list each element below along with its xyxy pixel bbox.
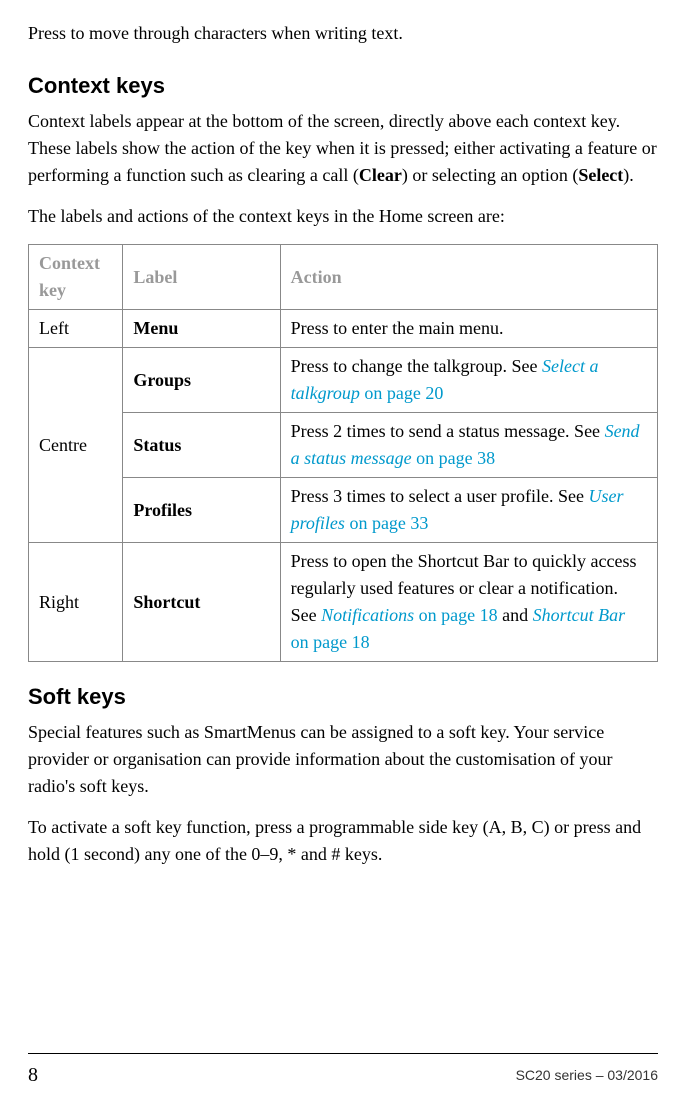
text-segment: ). — [623, 165, 634, 185]
text-segment: Press 2 times to send a status message. … — [291, 421, 605, 441]
text-segment: and — [498, 605, 533, 625]
text-segment: Press to change the talkgroup. See — [291, 356, 542, 376]
cell-label: Menu — [123, 310, 280, 348]
context-keys-para-1: Context labels appear at the bottom of t… — [28, 108, 658, 189]
link-page-ref[interactable]: on page 38 — [412, 448, 495, 468]
soft-keys-para-2: To activate a soft key function, press a… — [28, 814, 658, 868]
cell-key: Left — [29, 310, 123, 348]
select-label: Select — [578, 165, 623, 185]
heading-context-keys: Context keys — [28, 69, 658, 102]
table-row: Right Shortcut Press to open the Shortcu… — [29, 543, 658, 662]
page-number: 8 — [28, 1060, 38, 1090]
table-row: Centre Groups Press to change the talkgr… — [29, 348, 658, 413]
cell-label: Status — [123, 413, 280, 478]
text-segment: ) or selecting an option ( — [402, 165, 578, 185]
link-page-ref[interactable]: on page 18 — [291, 632, 370, 652]
table-row: Left Menu Press to enter the main menu. — [29, 310, 658, 348]
soft-keys-para-1: Special features such as SmartMenus can … — [28, 719, 658, 800]
link-shortcut-bar[interactable]: Shortcut Bar — [533, 605, 626, 625]
heading-soft-keys: Soft keys — [28, 680, 658, 713]
th-action: Action — [280, 245, 657, 310]
cell-action: Press to enter the main menu. — [280, 310, 657, 348]
intro-text: Press to move through characters when wr… — [28, 20, 658, 47]
cell-action: Press 2 times to send a status message. … — [280, 413, 657, 478]
cell-key: Centre — [29, 348, 123, 543]
link-page-ref[interactable]: on page 33 — [349, 513, 428, 533]
text-segment: Press 3 times to select a user profile. … — [291, 486, 589, 506]
table-header-row: Context key Label Action — [29, 245, 658, 310]
page-footer: 8 SC20 series – 03/2016 — [28, 1053, 658, 1090]
th-context-key: Context key — [29, 245, 123, 310]
document-series: SC20 series – 03/2016 — [516, 1065, 658, 1086]
cell-key: Right — [29, 543, 123, 662]
table-row: Profiles Press 3 times to select a user … — [29, 478, 658, 543]
table-row: Status Press 2 times to send a status me… — [29, 413, 658, 478]
cell-label: Profiles — [123, 478, 280, 543]
cell-action: Press to change the talkgroup. See Selec… — [280, 348, 657, 413]
context-keys-table: Context key Label Action Left Menu Press… — [28, 244, 658, 662]
cell-action: Press 3 times to select a user profile. … — [280, 478, 657, 543]
cell-action: Press to open the Shortcut Bar to quickl… — [280, 543, 657, 662]
link-page-ref[interactable]: on page 20 — [360, 383, 443, 403]
cell-label: Groups — [123, 348, 280, 413]
link-page-ref[interactable]: on page 18 — [414, 605, 497, 625]
context-keys-para-2: The labels and actions of the context ke… — [28, 203, 658, 230]
clear-label: Clear — [359, 165, 402, 185]
cell-label: Shortcut — [123, 543, 280, 662]
th-label: Label — [123, 245, 280, 310]
link-notifications[interactable]: Notifications — [321, 605, 414, 625]
